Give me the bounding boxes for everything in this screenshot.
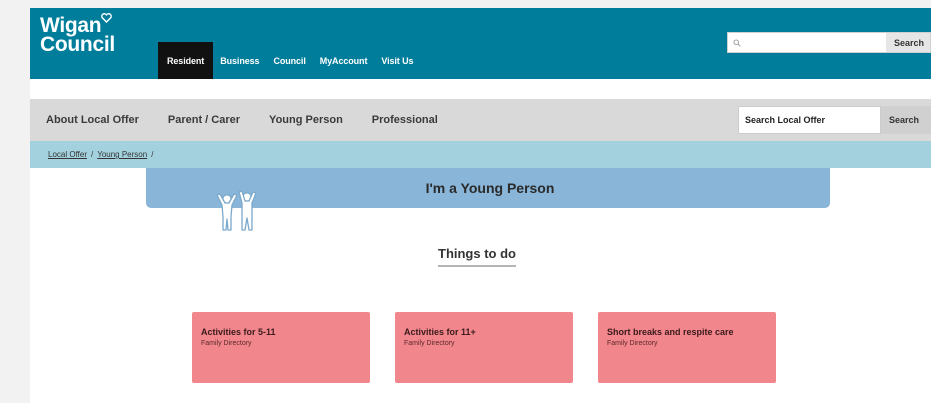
card-title: Activities for 5-11 [201, 327, 276, 337]
tab-professional[interactable]: Professional [372, 114, 438, 126]
nav-myaccount[interactable]: MyAccount [313, 42, 375, 79]
card-subtitle: Family Directory [607, 340, 658, 347]
tab-young-person[interactable]: Young Person [269, 114, 343, 126]
breadcrumb: Local Offer / Young Person / [30, 141, 931, 168]
search-icon [728, 38, 746, 47]
section-title: Things to do [438, 246, 516, 267]
site-search-input[interactable] [746, 33, 886, 52]
breadcrumb-local-offer[interactable]: Local Offer [48, 150, 87, 159]
card-title: Short breaks and respite care [607, 327, 734, 337]
site-search-button[interactable]: Search [885, 33, 930, 52]
site-search: Search [727, 32, 931, 53]
card-activities-11-plus[interactable]: Activities for 11+ Family Directory [395, 312, 573, 383]
local-offer-search-input[interactable] [738, 106, 881, 134]
breadcrumb-young-person[interactable]: Young Person [97, 150, 147, 159]
card-subtitle: Family Directory [201, 340, 252, 347]
page-frame: Wigan Council Resident Business Council … [30, 8, 931, 403]
wigan-council-logo[interactable]: Wigan Council [40, 13, 115, 56]
site-header: Wigan Council Resident Business Council … [30, 8, 931, 79]
local-offer-search-button[interactable]: Search [881, 106, 931, 134]
card-title: Activities for 11+ [404, 327, 476, 337]
card-activities-5-11[interactable]: Activities for 5-11 Family Directory [192, 312, 370, 383]
heart-icon [101, 13, 112, 23]
nav-resident[interactable]: Resident [158, 42, 214, 79]
local-offer-search: Search [738, 106, 931, 134]
tab-parent-carer[interactable]: Parent / Carer [168, 114, 240, 126]
main-nav: Resident Business Council MyAccount Visi… [158, 42, 420, 79]
tab-about-local-offer[interactable]: About Local Offer [46, 114, 139, 126]
nav-business[interactable]: Business [213, 42, 266, 79]
young-people-icon [216, 190, 257, 231]
nav-visit-us[interactable]: Visit Us [374, 42, 420, 79]
card-subtitle: Family Directory [404, 340, 455, 347]
logo-line-2: Council [40, 33, 115, 56]
nav-council[interactable]: Council [266, 42, 312, 79]
page-title: I'm a Young Person [425, 180, 555, 196]
card-short-breaks[interactable]: Short breaks and respite care Family Dir… [598, 312, 776, 383]
